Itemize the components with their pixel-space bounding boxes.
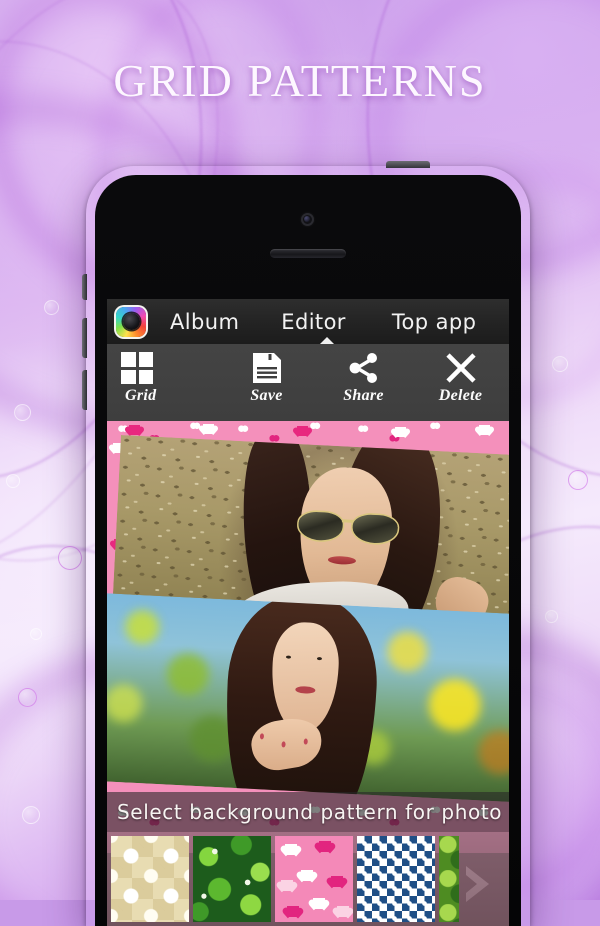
wallpaper-bubble xyxy=(568,470,588,490)
caption-bar: Select background pattern for photo xyxy=(107,792,509,832)
grid-icon xyxy=(121,350,153,386)
wallpaper-bubble xyxy=(14,404,31,421)
wallpaper-bubble xyxy=(22,806,40,824)
save-button[interactable]: Save xyxy=(218,350,315,404)
wallpaper-bubble xyxy=(30,628,42,640)
save-label: Save xyxy=(250,387,283,404)
volume-down-button[interactable] xyxy=(82,370,87,410)
heart-decoration xyxy=(395,427,406,437)
wallpaper-bubble xyxy=(545,610,558,623)
heart-decoration xyxy=(129,425,140,435)
close-x-icon xyxy=(445,350,477,386)
collage-canvas[interactable] xyxy=(107,421,509,853)
pattern-thumb-green-clover[interactable] xyxy=(193,836,271,922)
grid-label: Grid xyxy=(125,387,157,404)
wallpaper-bubble xyxy=(58,546,82,570)
wallpaper-bubble xyxy=(44,300,59,315)
heart-decoration xyxy=(297,426,308,436)
pattern-thumb-pink-hearts[interactable] xyxy=(275,836,353,922)
nav-item-editor[interactable]: Editor xyxy=(271,310,356,334)
heart-decoration xyxy=(203,424,214,434)
share-label: Share xyxy=(343,387,384,404)
phone-screen: Album Editor Top app Grid Save Share Del… xyxy=(107,299,509,926)
page-title: GRID PATTERNS xyxy=(113,55,487,106)
power-button[interactable] xyxy=(386,161,430,168)
caption-text: Select background pattern for photo xyxy=(117,800,503,824)
header-nav: Album Editor Top app xyxy=(154,310,509,334)
front-camera-icon xyxy=(301,213,314,226)
editor-toolbar: Grid Save Share Delete xyxy=(107,344,509,421)
wallpaper-bubble xyxy=(6,474,20,488)
phone-mockup: Album Editor Top app Grid Save Share Del… xyxy=(82,161,530,926)
app-header: Album Editor Top app xyxy=(107,299,509,345)
pattern-thumbnail-strip[interactable] xyxy=(107,832,509,926)
camera-app-icon[interactable] xyxy=(116,306,146,337)
share-nodes-icon xyxy=(348,350,380,386)
pattern-thumb-cream-circles[interactable] xyxy=(111,836,189,922)
nav-item-album[interactable]: Album xyxy=(160,310,249,334)
grid-button[interactable]: Grid xyxy=(107,350,218,404)
heart-decoration xyxy=(479,425,490,435)
volume-up-button[interactable] xyxy=(82,318,87,358)
photo-girl-park[interactable] xyxy=(107,593,509,803)
phone-body: Album Editor Top app Grid Save Share Del… xyxy=(95,175,521,926)
wallpaper-bubble xyxy=(552,356,568,372)
delete-button[interactable]: Delete xyxy=(412,350,509,404)
pattern-thumb-blue-diamonds[interactable] xyxy=(357,836,435,922)
mute-switch[interactable] xyxy=(82,274,87,300)
lens-dot-icon xyxy=(132,320,140,328)
delete-label: Delete xyxy=(438,387,483,404)
share-button[interactable]: Share xyxy=(315,350,412,404)
floppy-disk-icon xyxy=(252,350,282,386)
wallpaper-bubble xyxy=(18,688,37,707)
pattern-thumb-green-partial[interactable] xyxy=(439,836,459,922)
earpiece-speaker xyxy=(270,249,346,258)
nav-item-top-app[interactable]: Top app xyxy=(382,310,486,334)
